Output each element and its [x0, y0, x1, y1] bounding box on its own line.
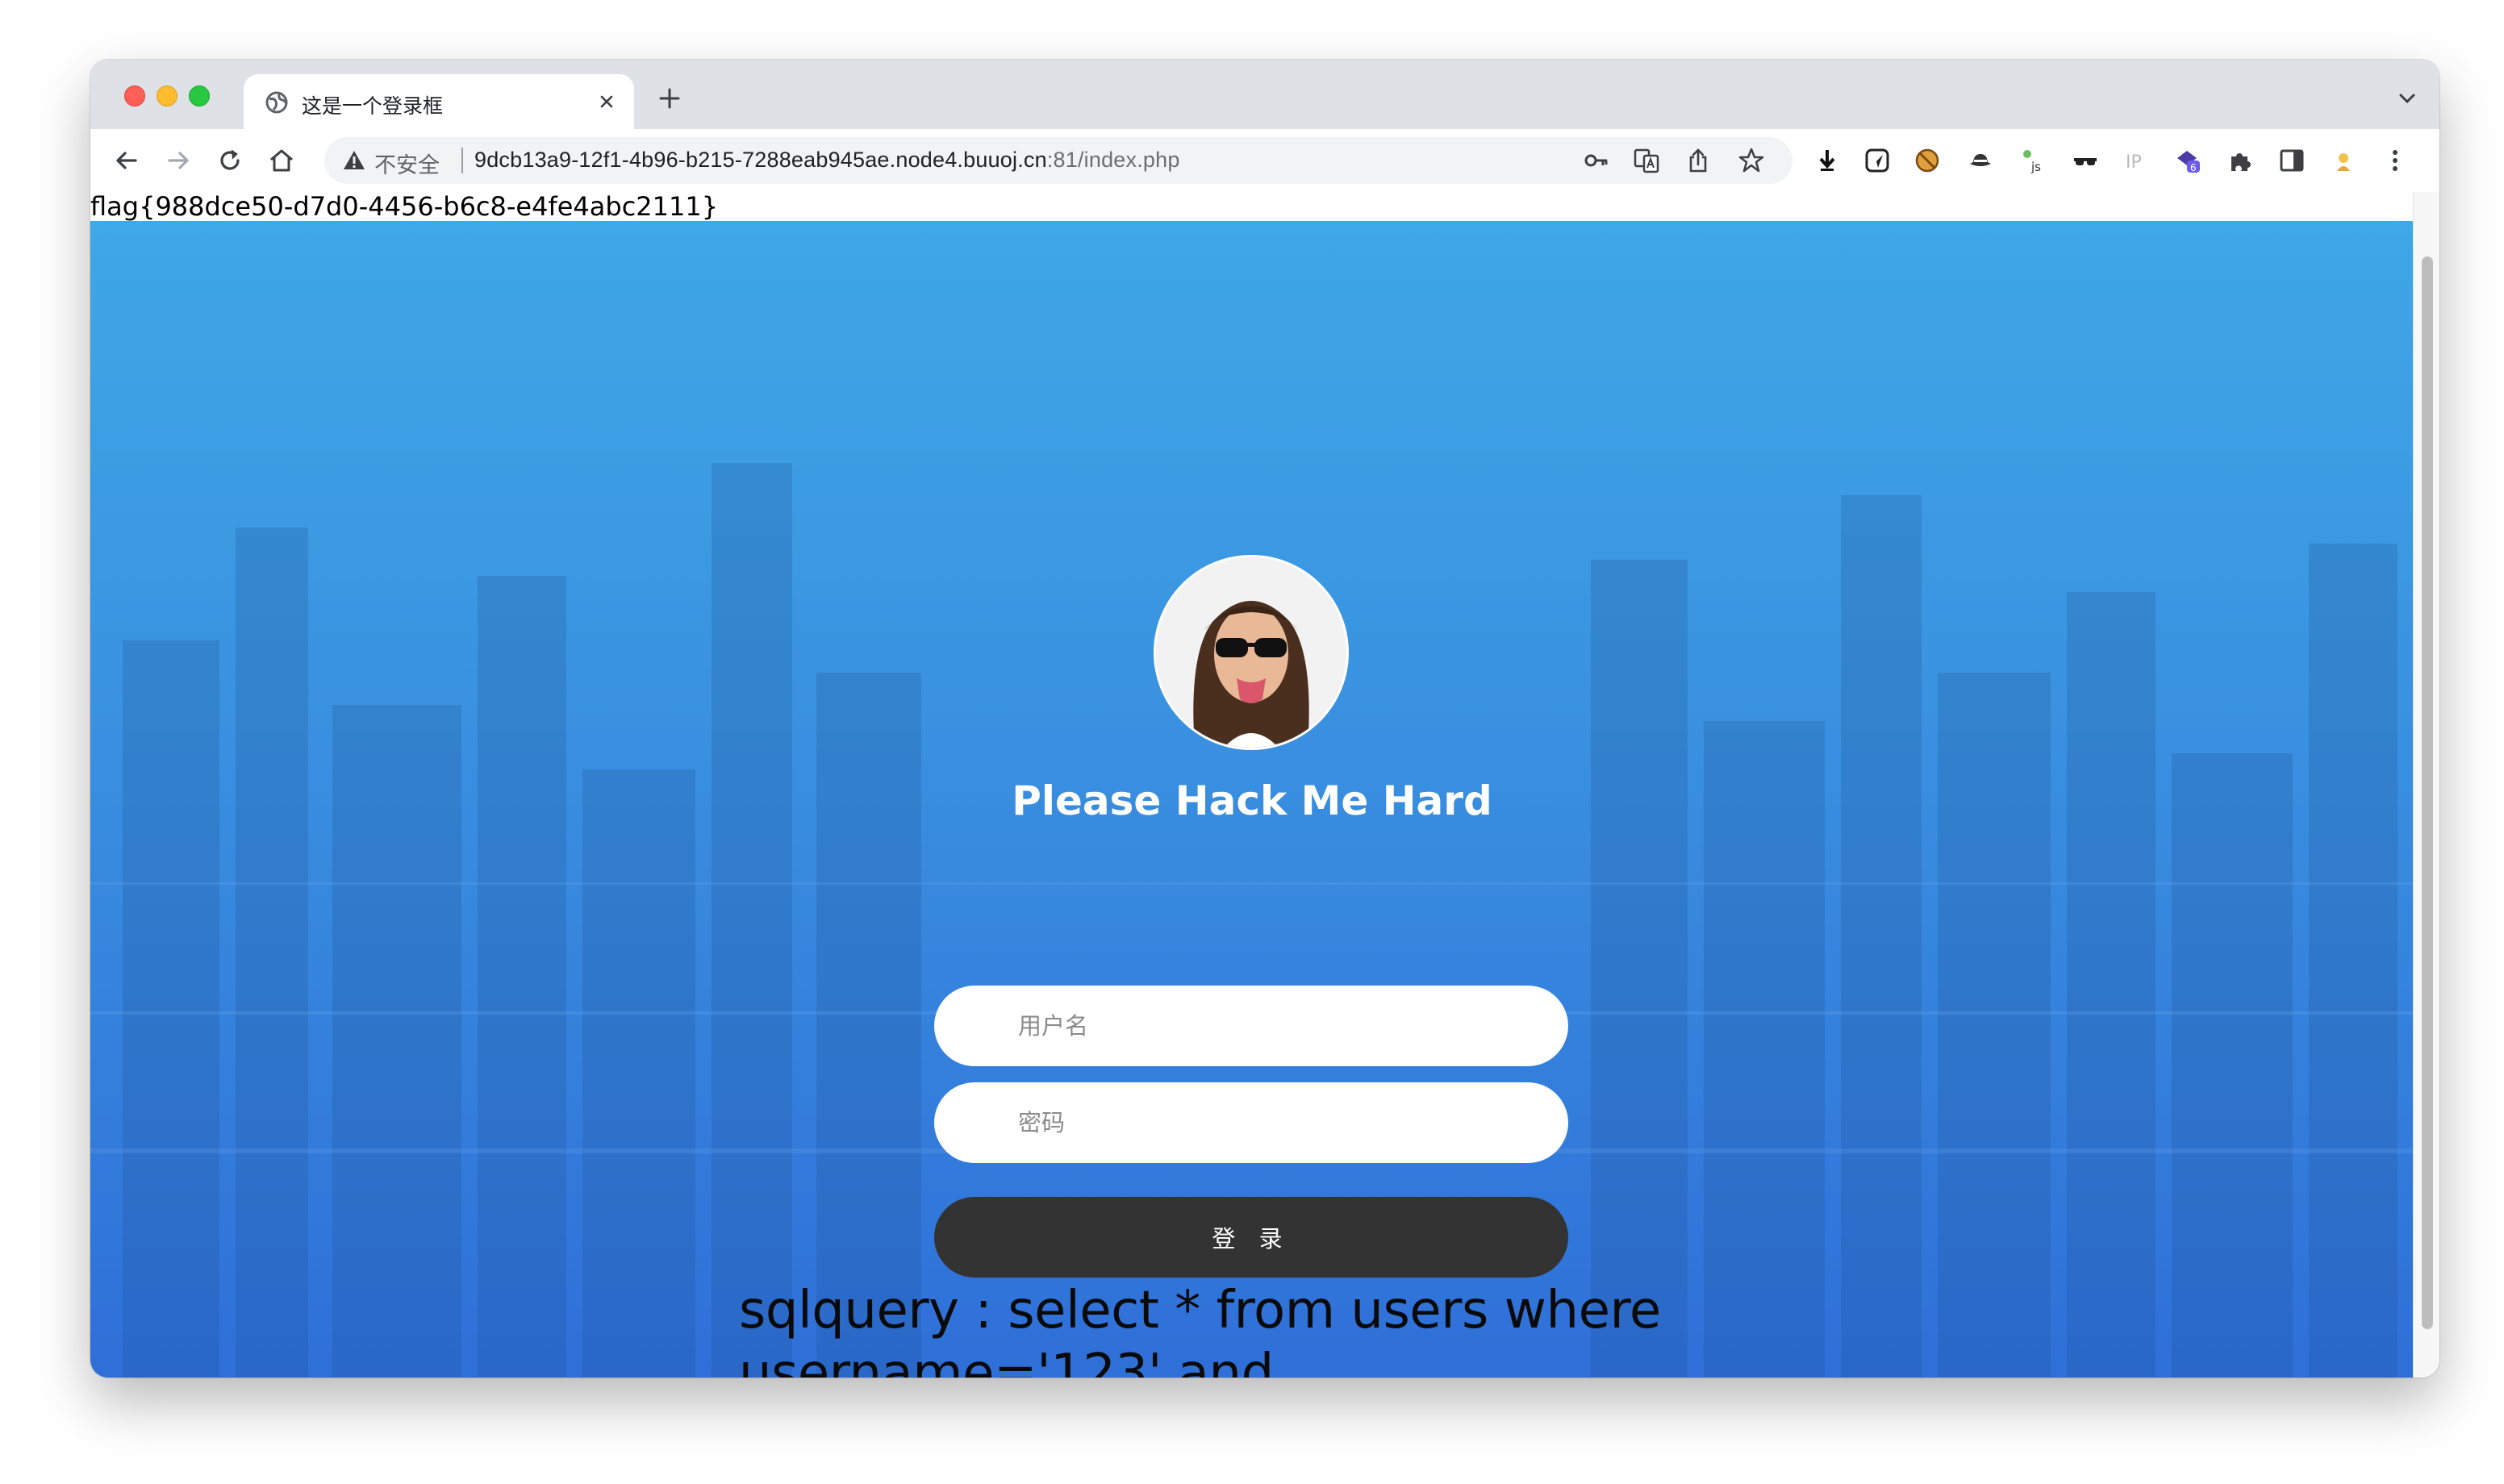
profile-avatar-icon[interactable]	[2330, 147, 2357, 174]
url-text[interactable]: 9dcb13a9-12f1-4b96-b215-7288eab945ae.nod…	[474, 148, 1180, 173]
globe-icon	[265, 91, 288, 114]
tab-title: 这是一个登录框	[302, 94, 444, 118]
svg-text:IP: IP	[2126, 152, 2142, 173]
download-icon[interactable]	[1813, 147, 1841, 174]
js-extension-icon[interactable]: js	[2020, 147, 2047, 174]
scrollbar-thumb[interactable]	[2422, 256, 2433, 1329]
extension-badge-count: 6	[2190, 162, 2197, 173]
maximize-window-button[interactable]	[189, 85, 210, 106]
new-tab-icon[interactable]	[655, 84, 684, 113]
browser-window: 这是一个登录框 不安全 9dcb13a9-12f1-4b96-b215-7288…	[90, 60, 2439, 1378]
divider	[461, 148, 463, 173]
password-input[interactable]	[934, 1082, 1568, 1163]
home-icon[interactable]	[265, 144, 298, 177]
close-tab-icon[interactable]	[592, 87, 621, 116]
chevron-down-icon[interactable]	[2396, 87, 2418, 110]
url-path: :81/index.php	[1046, 148, 1180, 172]
security-label[interactable]: 不安全	[374, 148, 440, 179]
page-heading: Please Hack Me Hard	[1012, 777, 1492, 824]
forward-icon[interactable]	[161, 144, 195, 177]
active-tab[interactable]: 这是一个登录框	[244, 74, 634, 129]
minimize-window-button[interactable]	[156, 85, 177, 106]
side-panel-icon[interactable]	[2278, 147, 2306, 174]
translate-icon[interactable]	[1633, 147, 1660, 174]
key-icon[interactable]	[1583, 147, 1610, 174]
avatar-portrait	[1156, 557, 1346, 748]
puzzle-extensions-icon[interactable]	[2226, 147, 2254, 174]
login-hero: Please Hack Me Hard 登 录 sqlquery : selec…	[90, 221, 2414, 1378]
address-bar[interactable]: 不安全 9dcb13a9-12f1-4b96-b215-7288eab945ae…	[324, 137, 1792, 184]
ip-extension-icon[interactable]: IP	[2123, 147, 2151, 174]
glasses-extension-icon[interactable]	[2072, 147, 2099, 174]
more-menu-icon[interactable]	[2381, 147, 2409, 174]
hat-extension-icon[interactable]	[1967, 147, 1994, 174]
sql-query-text: sqlquery : select * from users where use…	[739, 1281, 1661, 1378]
warning-icon[interactable]	[342, 148, 366, 173]
scrollbar[interactable]	[2413, 192, 2439, 1378]
page-content: flag{988dce50-d7d0-4456-b6c8-e4fe4abc211…	[90, 192, 2414, 1378]
close-window-button[interactable]	[124, 85, 145, 106]
url-host: 9dcb13a9-12f1-4b96-b215-7288eab945ae.nod…	[474, 148, 1047, 172]
svg-text:js: js	[2030, 160, 2041, 174]
username-input[interactable]	[934, 986, 1568, 1066]
flag-text: flag{988dce50-d7d0-4456-b6c8-e4fe4abc211…	[90, 192, 719, 222]
cookie-extension-icon[interactable]	[1913, 147, 1941, 174]
send-extension-icon[interactable]	[1863, 147, 1891, 174]
wappalyzer-extension-icon[interactable]: 6	[2175, 147, 2202, 174]
avatar	[1154, 555, 1349, 750]
tab-strip: 这是一个登录框	[90, 60, 2439, 129]
back-icon[interactable]	[110, 144, 144, 177]
share-icon[interactable]	[1684, 147, 1712, 174]
login-button[interactable]: 登 录	[934, 1197, 1568, 1278]
reload-icon[interactable]	[213, 144, 247, 177]
bookmark-star-icon[interactable]	[1738, 147, 1765, 174]
browser-toolbar: 不安全 9dcb13a9-12f1-4b96-b215-7288eab945ae…	[90, 129, 2439, 193]
